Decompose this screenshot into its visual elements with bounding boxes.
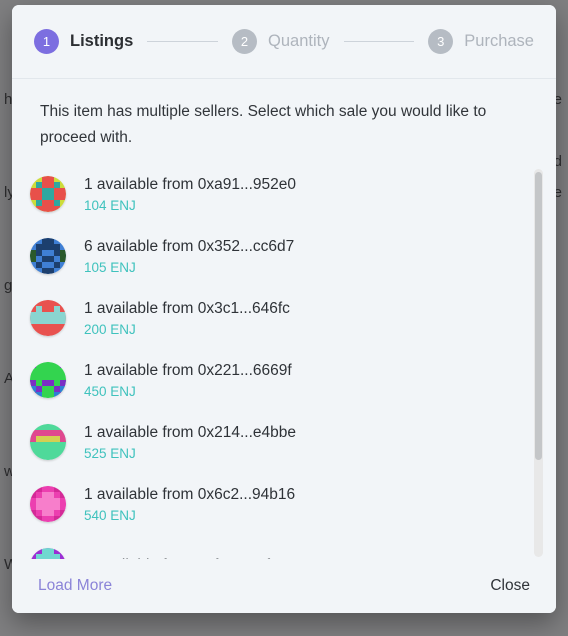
- listing-row[interactable]: 1 available from 0x214...e4bbe 525 ENJ: [30, 411, 522, 473]
- listing-row[interactable]: 1 available from 0x6c2...94b16 540 ENJ: [30, 473, 522, 535]
- listing-row[interactable]: 1 available from 0xf21...44f5: [30, 535, 522, 559]
- step-quantity[interactable]: 2 Quantity: [232, 29, 330, 54]
- listing-availability-label: 1 available from 0x3c1...646fc: [84, 299, 290, 317]
- step-connector: [343, 41, 415, 42]
- close-button[interactable]: Close: [490, 577, 530, 595]
- step-label: Quantity: [268, 32, 330, 50]
- listing-availability-label: 1 available from 0x6c2...94b16: [84, 485, 296, 503]
- step-number-badge: 2: [232, 29, 258, 54]
- listing-price: 540 ENJ: [84, 507, 136, 523]
- modal-footer: Load More Close: [12, 559, 556, 613]
- step-listings[interactable]: 1 Listings: [34, 29, 133, 54]
- seller-avatar-icon: [30, 300, 66, 336]
- seller-avatar-icon: [30, 362, 66, 398]
- listing-availability-label: 1 available from 0xf21...44f5: [84, 555, 279, 559]
- listing-row[interactable]: 1 available from 0x3c1...646fc 200 ENJ: [30, 287, 522, 349]
- listing-price: 525 ENJ: [84, 445, 136, 461]
- scrollbar-track[interactable]: [534, 169, 543, 557]
- purchase-stepper: 1 Listings 2 Quantity 3 Purchase: [12, 5, 556, 79]
- listing-text: 1 available from 0xa91...952e0 104 ENJ: [84, 174, 296, 215]
- listing-price: 450 ENJ: [84, 383, 136, 399]
- listing-text: 1 available from 0x214...e4bbe 525 ENJ: [84, 422, 296, 463]
- listing-price: 105 ENJ: [84, 259, 136, 275]
- listing-row[interactable]: 1 available from 0xa91...952e0 104 ENJ: [30, 163, 522, 225]
- listing-row[interactable]: 1 available from 0x221...6669f 450 ENJ: [30, 349, 522, 411]
- seller-avatar-icon: [30, 238, 66, 274]
- seller-avatar-icon: [30, 176, 66, 212]
- step-purchase[interactable]: 3 Purchase: [428, 29, 534, 54]
- listing-price: 104 ENJ: [84, 197, 136, 213]
- step-number-badge: 3: [428, 29, 454, 54]
- seller-avatar-icon: [30, 548, 66, 559]
- listing-availability-label: 1 available from 0xa91...952e0: [84, 175, 296, 193]
- listing-text: 1 available from 0x6c2...94b16 540 ENJ: [84, 484, 295, 525]
- seller-avatar-icon: [30, 486, 66, 522]
- listing-availability-label: 1 available from 0x221...6669f: [84, 361, 292, 379]
- listing-text: 1 available from 0x221...6669f 450 ENJ: [84, 360, 292, 401]
- listings-modal: 1 Listings 2 Quantity 3 Purchase This it…: [12, 5, 556, 613]
- listing-text: 6 available from 0x352...cc6d7 105 ENJ: [84, 236, 294, 277]
- load-more-button[interactable]: Load More: [38, 577, 112, 595]
- modal-description: This item has multiple sellers. Select w…: [40, 103, 487, 146]
- listings-list: 1 available from 0xa91...952e0 104 ENJ 6 a…: [12, 163, 556, 559]
- listing-text: 1 available from 0xf21...44f5: [84, 555, 279, 559]
- scrollbar-thumb[interactable]: [535, 172, 542, 460]
- listings-scroll-area[interactable]: 1 available from 0xa91...952e0 104 ENJ 6 a…: [12, 163, 556, 559]
- step-label: Listings: [70, 32, 134, 50]
- listing-row[interactable]: 6 available from 0x352...cc6d7 105 ENJ: [30, 225, 522, 287]
- listing-text: 1 available from 0x3c1...646fc 200 ENJ: [84, 298, 290, 339]
- listing-availability-label: 6 available from 0x352...cc6d7: [84, 237, 295, 255]
- step-label: Purchase: [464, 32, 534, 50]
- listing-price: 200 ENJ: [84, 321, 136, 337]
- step-connector: [147, 41, 219, 42]
- step-number-badge: 1: [34, 29, 59, 54]
- listing-availability-label: 1 available from 0x214...e4bbe: [84, 423, 296, 441]
- seller-avatar-icon: [30, 424, 66, 460]
